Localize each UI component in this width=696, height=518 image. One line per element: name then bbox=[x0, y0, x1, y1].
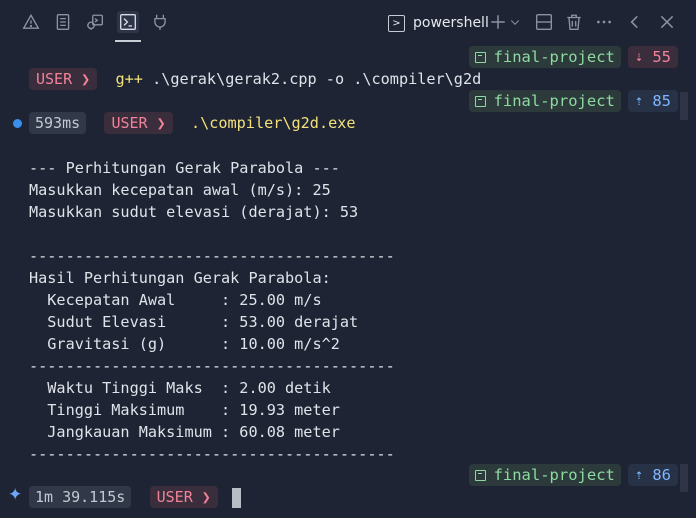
right-prompt: final-project ⇣ 55 bbox=[468, 46, 678, 68]
user-label: USER bbox=[36, 70, 73, 88]
output-line: Sudut Elevasi : 53.00 derajat bbox=[29, 313, 359, 331]
scrollbar-thumb[interactable] bbox=[680, 92, 688, 120]
git-ahead-segment: ⇡ 85 bbox=[627, 90, 678, 112]
chevron-right-icon: ❯ bbox=[81, 70, 91, 88]
add-terminal-icon[interactable] bbox=[487, 11, 509, 33]
user-label: USER bbox=[156, 488, 193, 506]
output-line: --- Perhitungan Gerak Parabola --- bbox=[29, 159, 340, 177]
execution-time: 1m 39.115s bbox=[29, 486, 132, 508]
user-segment: USER ❯ bbox=[149, 486, 218, 508]
chevron-down-icon[interactable] bbox=[509, 11, 521, 33]
warning-icon[interactable] bbox=[20, 11, 42, 33]
branch-name: final-project bbox=[493, 466, 615, 484]
output-line: Masukkan sudut elevasi (derajat): 53 bbox=[29, 203, 359, 221]
panel-header: > powershell bbox=[0, 0, 696, 44]
output-line: Gravitasi (g) : 10.00 m/s^2 bbox=[29, 335, 340, 353]
command-status-dot[interactable] bbox=[13, 119, 22, 128]
command-args: .\gerak\gerak2.cpp -o .\compiler\g2d bbox=[142, 70, 482, 88]
output-line: Tinggi Maksimum : 19.93 meter bbox=[29, 401, 340, 419]
git-branch-segment: final-project bbox=[468, 464, 621, 486]
ahead-count: 85 bbox=[652, 92, 671, 110]
output-line: ---------------------------------------- bbox=[29, 247, 395, 265]
arrow-up-icon: ⇡ bbox=[634, 467, 644, 483]
git-ahead-segment: ⇡ 86 bbox=[627, 464, 678, 486]
chevron-right-icon: ❯ bbox=[156, 114, 166, 132]
right-prompt: final-project ⇡ 85 bbox=[468, 90, 678, 112]
branch-name: final-project bbox=[493, 92, 615, 110]
terminal-tab-powershell[interactable]: > powershell bbox=[388, 12, 489, 34]
powershell-icon: > bbox=[388, 14, 405, 32]
scrollbar-thumb[interactable] bbox=[680, 464, 688, 492]
trash-icon[interactable] bbox=[563, 11, 585, 33]
output-line: Jangkauan Maksimum : 60.08 meter bbox=[29, 423, 340, 441]
arrow-down-icon: ⇣ bbox=[634, 49, 644, 65]
terminal-icon[interactable] bbox=[117, 11, 139, 33]
previous-panel-icon[interactable] bbox=[624, 11, 646, 33]
right-prompt: final-project ⇡ 86 bbox=[468, 464, 678, 486]
prompt-line: USER ❯ g++ .\gerak\gerak2.cpp -o .\compi… bbox=[29, 68, 481, 90]
execution-time: 593ms bbox=[29, 112, 87, 134]
output-line: Hasil Perhitungan Gerak Parabola: bbox=[29, 269, 331, 287]
sparkle-icon[interactable]: ✦ bbox=[8, 485, 22, 505]
user-segment: USER ❯ bbox=[104, 112, 173, 134]
git-branch-segment: final-project bbox=[468, 90, 621, 112]
output-line: ---------------------------------------- bbox=[29, 357, 395, 375]
chevron-right-icon: ❯ bbox=[201, 488, 211, 506]
output-line: ---------------------------------------- bbox=[29, 445, 395, 463]
command-executable: .\compiler\g2d.exe bbox=[190, 114, 356, 132]
user-label: USER bbox=[111, 114, 148, 132]
text-cursor bbox=[231, 487, 241, 508]
prompt-line: 593ms USER ❯ .\compiler\g2d.exe bbox=[29, 112, 356, 134]
output-line: Masukkan kecepatan awal (m/s): 25 bbox=[29, 181, 331, 199]
git-branch-segment: final-project bbox=[468, 46, 621, 68]
close-panel-icon[interactable] bbox=[656, 11, 678, 33]
arrow-up-icon: ⇡ bbox=[634, 93, 644, 109]
split-terminal-icon[interactable] bbox=[533, 11, 555, 33]
ahead-count: 86 bbox=[652, 466, 671, 484]
more-icon[interactable] bbox=[593, 11, 615, 33]
branch-icon bbox=[474, 51, 486, 63]
command-executable: g++ bbox=[115, 70, 143, 88]
branch-icon bbox=[474, 469, 486, 481]
terminal-tab-label: powershell bbox=[413, 15, 489, 31]
output-icon[interactable] bbox=[52, 11, 74, 33]
output-line: Kecepatan Awal : 25.00 m/s bbox=[29, 291, 322, 309]
branch-name: final-project bbox=[493, 48, 615, 66]
user-segment: USER ❯ bbox=[29, 68, 98, 90]
terminal-body[interactable]: final-project ⇣ 55 USER ❯ g++ .\gerak\ger… bbox=[0, 44, 696, 518]
prompt-line: 1m 39.115s USER ❯ bbox=[29, 486, 241, 508]
debug-console-icon[interactable] bbox=[84, 11, 106, 33]
active-tab-indicator bbox=[115, 40, 141, 42]
output-line: Waktu Tinggi Maks : 2.00 detik bbox=[29, 379, 331, 397]
branch-icon bbox=[474, 95, 486, 107]
git-behind-segment: ⇣ 55 bbox=[627, 46, 678, 68]
ports-icon[interactable] bbox=[149, 11, 171, 33]
behind-count: 55 bbox=[652, 48, 671, 66]
